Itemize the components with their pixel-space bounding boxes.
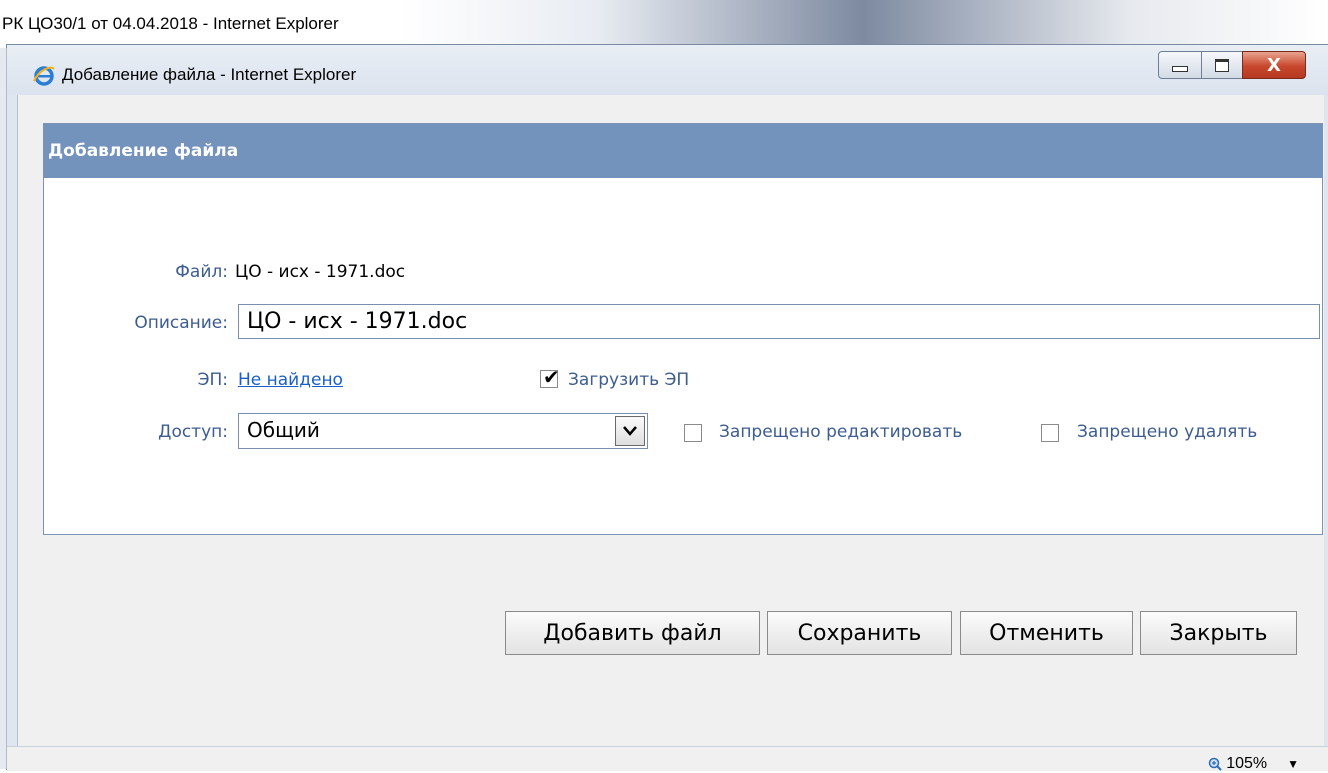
no-edit-checkbox[interactable]: [684, 424, 702, 442]
parent-window-titlebar: РК ЦО30/1 от 04.04.2018 - Internet Explo…: [0, 0, 1328, 48]
cancel-button[interactable]: Отменить: [960, 611, 1133, 655]
no-delete-checkbox[interactable]: [1041, 424, 1059, 442]
access-label: Доступ:: [158, 422, 228, 442]
access-select-value: Общий: [247, 418, 320, 442]
panel-title: Добавление файла: [48, 141, 239, 161]
description-label: Описание:: [134, 313, 228, 333]
maximize-icon: [1215, 58, 1229, 72]
chevron-down-icon: [623, 426, 637, 436]
description-input[interactable]: ЦО - исх - 1971.doc: [238, 304, 1320, 339]
close-window-button[interactable]: X: [1242, 51, 1306, 79]
upload-signature-label: Загрузить ЭП: [568, 370, 690, 390]
minimize-button[interactable]: [1158, 51, 1202, 79]
add-file-button[interactable]: Добавить файл: [505, 611, 760, 655]
parent-window-title: РК ЦО30/1 от 04.04.2018 - Internet Explo…: [2, 14, 339, 33]
no-delete-label: Запрещено удалять: [1077, 422, 1258, 442]
signature-not-found-link[interactable]: Не найдено: [238, 370, 343, 390]
checkmark-icon: ✔: [543, 365, 560, 389]
upload-signature-checkbox[interactable]: ✔: [540, 365, 560, 389]
signature-label: ЭП:: [197, 370, 228, 390]
add-file-panel: Добавление файла Файл: ЦО - исх - 1971.d…: [43, 123, 1323, 535]
internet-explorer-icon: [33, 66, 55, 86]
status-bar: 105% ▼: [7, 746, 1328, 773]
access-select[interactable]: Общий: [238, 413, 648, 449]
maximize-button[interactable]: [1201, 51, 1243, 79]
page-content: Добавление файла Файл: ЦО - исх - 1971.d…: [17, 95, 1324, 746]
description-input-value: ЦО - исх - 1971.doc: [247, 309, 468, 334]
panel-header: Добавление файла: [44, 124, 1322, 178]
close-icon: X: [1267, 54, 1281, 76]
file-label: Файл:: [175, 262, 228, 282]
dialog-window: Добавление файла - Internet Explorer X Д…: [6, 44, 1328, 773]
minimize-icon: [1172, 66, 1188, 72]
dialog-titlebar[interactable]: Добавление файла - Internet Explorer X: [7, 45, 1328, 95]
no-edit-label: Запрещено редактировать: [719, 422, 963, 442]
dialog-title: Добавление файла - Internet Explorer: [62, 65, 357, 84]
save-button[interactable]: Сохранить: [767, 611, 952, 655]
zoom-level: 105%: [1226, 755, 1268, 772]
zoom-control[interactable]: 105% ▼: [1208, 755, 1299, 773]
close-button[interactable]: Закрыть: [1140, 611, 1297, 655]
access-dropdown-button[interactable]: [615, 416, 645, 446]
file-name: ЦО - исх - 1971.doc: [235, 262, 406, 282]
window-left-edge: [0, 48, 7, 769]
